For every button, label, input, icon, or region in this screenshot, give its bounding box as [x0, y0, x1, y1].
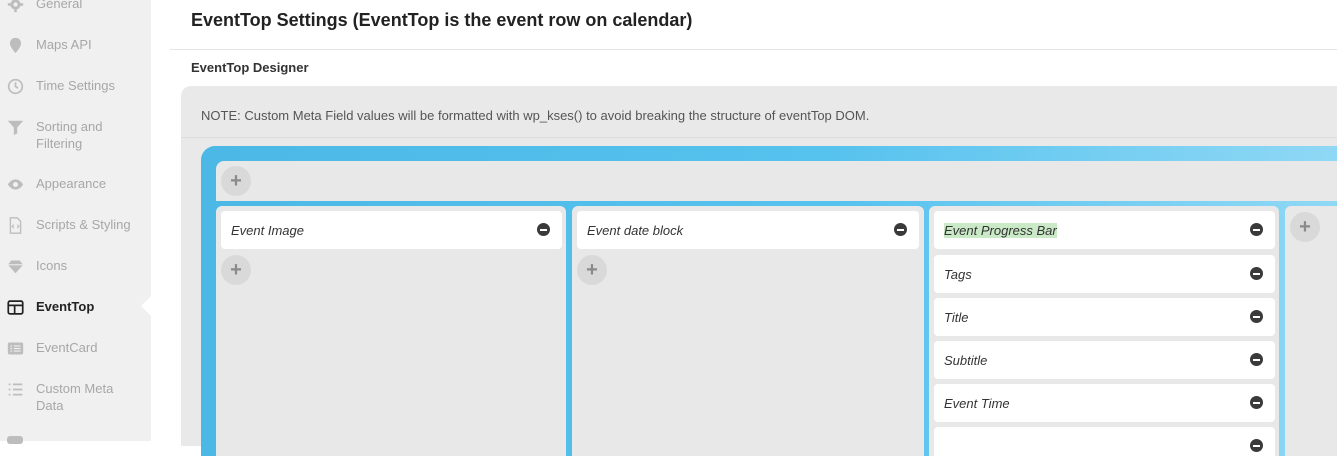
field-label: Event Time	[944, 395, 1010, 411]
eye-icon	[6, 175, 24, 193]
settings-sidebar: General Maps API Time Settings Sorting a…	[0, 0, 151, 444]
sidebar-item-sorting-filtering[interactable]: Sorting and Filtering	[6, 118, 116, 152]
page-title: EventTop Settings (EventTop is the event…	[191, 10, 693, 30]
field-label: Subtitle	[944, 352, 988, 368]
sidebar-item-icons[interactable]: Icons	[6, 257, 146, 275]
gem-icon	[6, 257, 24, 275]
field-event-progress-bar[interactable]: Event Progress Bar	[934, 211, 1275, 249]
designer-column-4	[1285, 206, 1337, 456]
field-label: Event date block	[587, 222, 684, 238]
divider	[181, 137, 1337, 138]
remove-field-button[interactable]	[537, 223, 550, 236]
sidebar-item-maps-api[interactable]: Maps API	[6, 36, 146, 54]
active-indicator	[141, 296, 151, 316]
field-label: Event Image	[231, 222, 304, 238]
sidebar-item-custom-meta-data[interactable]: Custom Meta Data	[6, 380, 121, 414]
field-title[interactable]: Title	[934, 298, 1275, 336]
clock-icon	[6, 77, 24, 95]
sidebar-next-icon	[7, 436, 23, 444]
sidebar-item-label: EventCard	[36, 340, 98, 355]
sidebar-item-label: Sorting and Filtering	[36, 119, 103, 151]
sidebar-item-label: Custom Meta Data	[36, 381, 114, 413]
card-list-icon	[6, 339, 24, 357]
section-title: EventTop Designer	[191, 60, 309, 75]
remove-field-button[interactable]	[1250, 223, 1263, 236]
designer-top-row	[216, 161, 1337, 201]
add-field-button[interactable]: +	[221, 255, 251, 285]
field-event-image[interactable]: Event Image	[221, 211, 562, 249]
sidebar-item-eventtop[interactable]: EventTop	[6, 298, 146, 316]
field-next[interactable]	[934, 427, 1275, 465]
sidebar-item-label: Maps API	[36, 37, 92, 52]
sidebar-item-label: Appearance	[36, 176, 107, 191]
field-event-date-block[interactable]: Event date block	[577, 211, 919, 249]
filter-icon	[6, 118, 24, 136]
sidebar-item-scripts-styling[interactable]: Scripts & Styling	[6, 216, 146, 234]
designer-note: NOTE: Custom Meta Field values will be f…	[201, 108, 870, 123]
sidebar-item-label: Scripts & Styling	[36, 217, 131, 232]
sidebar-item-label: EventTop	[36, 299, 95, 314]
remove-field-button[interactable]	[1250, 310, 1263, 323]
layout-icon	[6, 298, 24, 316]
sidebar-item-label: Icons	[36, 258, 68, 273]
sidebar-item-time-settings[interactable]: Time Settings	[6, 77, 146, 95]
divider	[170, 49, 1337, 50]
remove-field-button[interactable]	[1250, 353, 1263, 366]
add-row-button[interactable]: +	[221, 166, 251, 196]
code-file-icon	[6, 216, 24, 234]
remove-field-button[interactable]	[1250, 267, 1263, 280]
field-event-time[interactable]: Event Time	[934, 384, 1275, 422]
field-label: Event Progress Bar	[944, 222, 1057, 238]
sidebar-item-appearance[interactable]: Appearance	[6, 175, 146, 193]
remove-field-button[interactable]	[1250, 396, 1263, 409]
add-field-button[interactable]: +	[1290, 212, 1320, 242]
remove-field-button[interactable]	[894, 223, 907, 236]
list-icon	[6, 380, 24, 398]
sidebar-item-label: Time Settings	[36, 78, 115, 93]
map-pin-icon	[6, 36, 24, 54]
sidebar-item-label: General	[36, 0, 83, 11]
field-label: Title	[944, 309, 969, 325]
field-subtitle[interactable]: Subtitle	[934, 341, 1275, 379]
sidebar-item-eventcard[interactable]: EventCard	[6, 339, 146, 357]
sidebar-item-general[interactable]: General	[6, 0, 146, 13]
field-tags[interactable]: Tags	[934, 255, 1275, 293]
add-field-button[interactable]: +	[577, 255, 607, 285]
gear-icon	[6, 0, 24, 13]
field-label: Tags	[944, 266, 972, 282]
